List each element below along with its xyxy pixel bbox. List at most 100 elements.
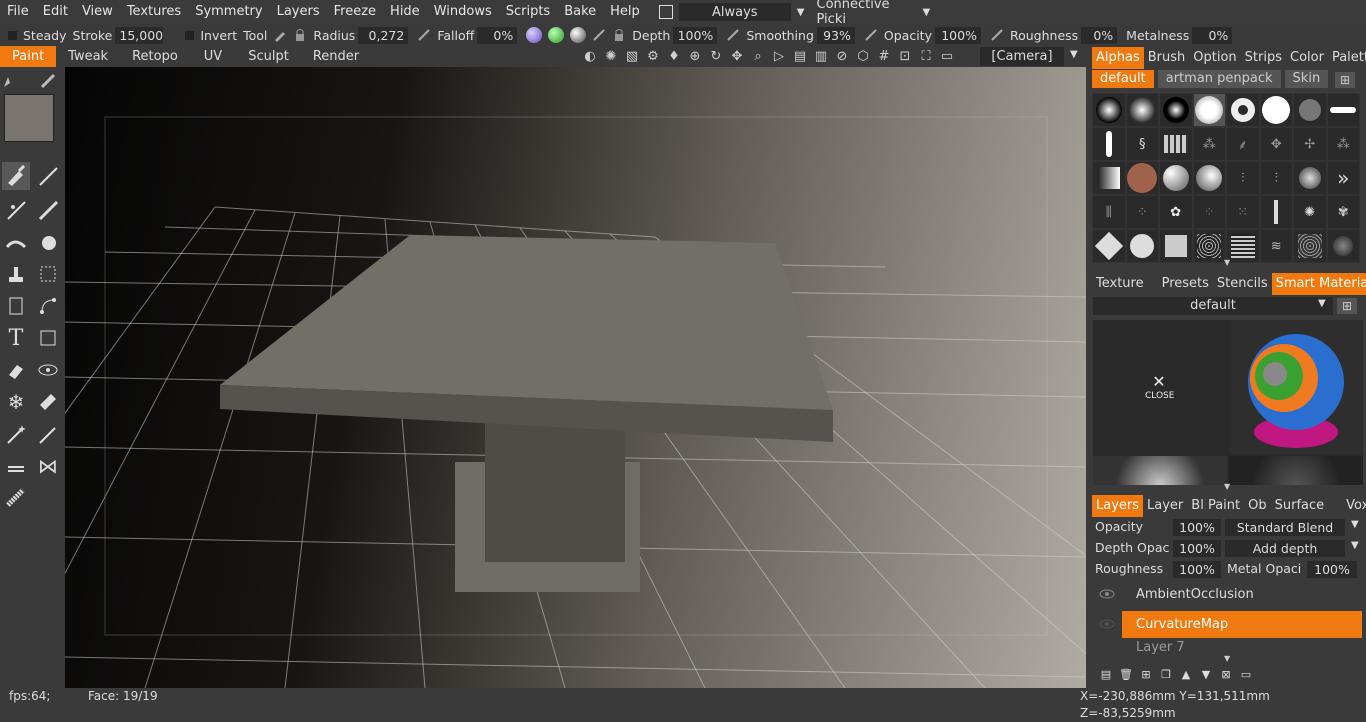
falloff-field[interactable]: 0% [477,26,518,44]
all-icon[interactable]: ▤ [792,49,808,65]
grid-icon[interactable]: # [876,49,892,65]
env-icon[interactable]: ⚙ [645,49,661,65]
alpha-item[interactable]: ✿ [1159,195,1193,229]
scroll-down-icon[interactable]: ▼ [1224,258,1230,267]
blend-mode-select[interactable]: Standard Blend [1225,519,1345,536]
invert-checkbox[interactable] [185,30,195,40]
tab-color[interactable]: Color [1286,47,1328,69]
menu-textures[interactable]: Textures [120,0,188,24]
lock-icon[interactable] [612,28,626,42]
radius-field[interactable]: 0,272 [358,26,409,44]
alpha-item[interactable]: ⁂ [1326,127,1360,161]
smudge-tool-icon[interactable] [2,228,30,256]
airbrush-tool-icon[interactable] [2,196,30,224]
eraser-tool-icon[interactable] [2,356,30,384]
alpha-item[interactable]: ≋ [1259,229,1293,263]
pen-icon[interactable] [592,28,606,42]
lock-icon[interactable] [293,28,307,42]
menu-help[interactable]: Help [603,0,647,24]
transform-tool-icon[interactable] [2,452,30,480]
alpha-item[interactable]: ⁘ [1192,195,1226,229]
tab-sculpt[interactable]: Sculpt [236,46,301,67]
alpha-item[interactable]: ✢ [1293,127,1327,161]
close-button[interactable]: ✕ CLOSE [1145,372,1174,401]
freeze-tool-icon[interactable]: ❄ [2,388,30,416]
folder-icon[interactable]: ▭ [1238,668,1254,682]
pen-icon[interactable] [864,28,878,42]
tab-layers[interactable]: Layers [1092,495,1144,517]
alpha-item[interactable]: ✺ [1293,195,1327,229]
menu-layers[interactable]: Layers [270,0,327,24]
scroll-down-icon[interactable]: ▼ [1224,482,1230,491]
opacity-field[interactable]: 100% [934,26,981,44]
fit-icon[interactable]: ⛶ [918,49,934,65]
alpha-item[interactable] [1092,229,1126,263]
menu-file[interactable]: File [0,0,36,24]
menu-edit[interactable]: Edit [36,0,75,24]
layer-opacity-field[interactable]: 100% [1173,519,1221,536]
alpha-item[interactable] [1192,161,1226,195]
chevron-down-icon[interactable]: ▼ [1351,540,1359,551]
brush-tool-icon[interactable] [2,162,30,190]
add-material-button[interactable]: ⊞ [1337,298,1357,314]
tab-voxtree[interactable]: VoxTree [1342,495,1366,517]
roughness-field[interactable]: 0% [1081,26,1118,44]
text-tool-icon[interactable]: T [2,324,30,352]
scroll-down-icon[interactable]: ▼ [1224,654,1230,663]
tab-alphas[interactable]: Alphas [1092,47,1144,69]
chevron-down-icon[interactable]: ▼ [1070,49,1078,60]
material-sphere-icon[interactable] [526,27,543,43]
alpha-item[interactable] [1226,93,1260,127]
fill-tool-icon[interactable] [34,228,62,256]
play-icon[interactable]: ▷ [771,49,787,65]
depth-mode-select[interactable]: Add depth [1225,540,1345,557]
move-icon[interactable]: ⊕ [687,49,703,65]
alpha-item[interactable]: ✾ [1326,195,1360,229]
alpha-item[interactable] [1092,161,1126,195]
alpha-item[interactable] [1259,93,1293,127]
alpha-item[interactable]: ⁂ [1192,127,1226,161]
gloss-sphere-icon[interactable] [570,27,587,43]
alpha-item[interactable] [1192,229,1226,263]
alpha-item[interactable]: ⫶ [1259,161,1293,195]
preset-artman[interactable]: artman penpack [1157,70,1281,88]
merge-layer-icon[interactable]: ⊞ [1138,668,1154,682]
alpha-item[interactable] [1125,161,1159,195]
menu-freeze[interactable]: Freeze [327,0,383,24]
tab-render[interactable]: Render [301,46,371,67]
metal-opac-field[interactable]: 100% [1307,561,1357,578]
always-checkbox[interactable] [658,5,673,19]
stamp-tool-icon[interactable] [2,260,30,288]
material-preview-icon[interactable] [1229,320,1363,454]
light-icon[interactable]: ✺ [603,49,619,65]
alpha-item[interactable]: ⁘ [1125,195,1159,229]
chevron-down-icon[interactable]: ▼ [797,7,805,18]
clear-layer-icon[interactable]: ⊠ [1218,668,1234,682]
chevron-down-icon[interactable]: ▼ [1318,298,1326,309]
material-item[interactable] [1229,456,1363,485]
alpha-item[interactable] [1259,195,1293,229]
menu-view[interactable]: View [75,0,120,24]
pen-mode-icon[interactable]: ▥ [813,49,829,65]
steady-checkbox[interactable] [8,30,17,40]
move-down-icon[interactable]: ▼ [1198,668,1214,682]
tab-tweak[interactable]: Tweak [56,46,120,67]
layer-item[interactable]: Layer 7 [1122,641,1362,654]
alpha-item[interactable] [1159,127,1193,161]
select-tool-icon[interactable] [34,260,62,288]
color-sphere-icon[interactable] [548,27,565,43]
chevron-down-icon[interactable]: ▼ [923,7,931,18]
3d-viewport[interactable] [65,67,1086,688]
menu-windows[interactable]: Windows [427,0,499,24]
frame-icon[interactable]: ⊡ [897,49,913,65]
alpha-item[interactable] [1326,229,1360,263]
tab-palette[interactable]: Palette [1328,47,1366,69]
brush-icon[interactable] [273,28,287,42]
material-item[interactable] [1093,456,1227,485]
tab-texture[interactable]: Texture [1092,273,1148,295]
tab-smart-materials[interactable]: Smart Materials [1271,273,1366,295]
rotate-icon[interactable]: ↻ [708,49,724,65]
alpha-item[interactable] [1293,93,1327,127]
picker-tool-icon[interactable] [34,420,62,448]
magic-wand-icon[interactable] [2,420,30,448]
